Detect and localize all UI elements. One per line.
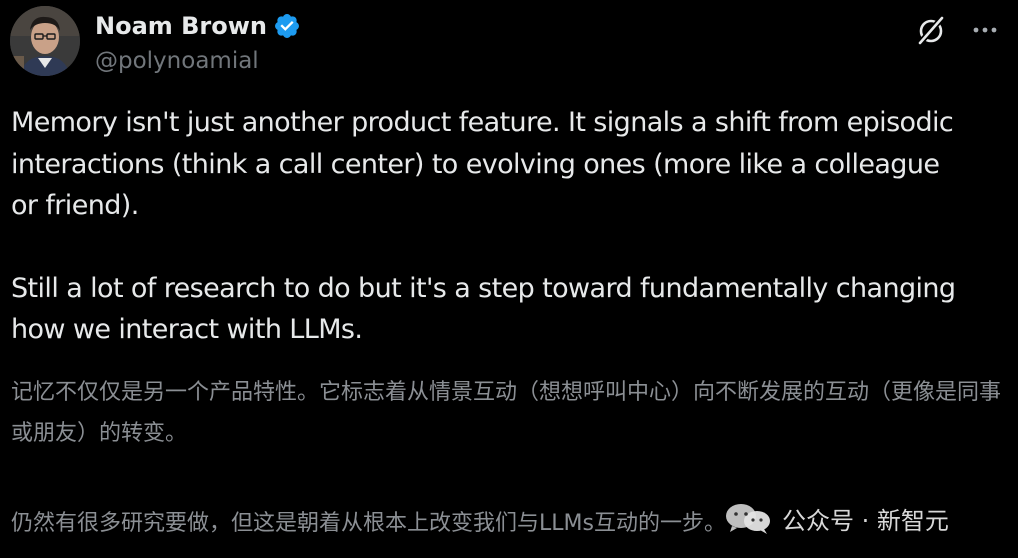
tweet-header: Noam Brown @polynoamial <box>10 6 1008 82</box>
avatar-photo <box>10 6 80 76</box>
display-name-row[interactable]: Noam Brown <box>95 12 301 40</box>
translation-paragraph: 仍然有很多研究要做，但这是朝着从根本上改变我们与LLMs互动的一步。 <box>11 511 726 536</box>
verified-badge-icon[interactable] <box>273 12 301 40</box>
user-handle[interactable]: @polynoamial <box>95 48 259 74</box>
translation-paragraph: 记忆不仅仅是另一个产品特性。它标志着从情景互动（想想呼叫中心）向不断发展的互动（… <box>11 380 1002 446</box>
tweet-text: Memory isn't just another product featur… <box>11 102 1011 351</box>
grok-icon[interactable] <box>915 14 947 46</box>
avatar[interactable] <box>10 6 80 76</box>
tweet-paragraph: Still a lot of research to do but it's a… <box>11 272 956 346</box>
wechat-watermark: 公众号 · 新智元 <box>722 498 949 538</box>
more-icon[interactable] <box>970 18 1000 42</box>
display-name[interactable]: Noam Brown <box>95 12 267 40</box>
wechat-logo-icon <box>726 504 770 534</box>
tweet-paragraph: Memory isn't just another product featur… <box>11 107 954 221</box>
chinese-translation: 记忆不仅仅是另一个产品特性。它标志着从情景互动（想想呼叫中心）向不断发展的互动（… <box>11 372 1002 536</box>
watermark-text: 公众号 · 新智元 <box>782 506 949 535</box>
